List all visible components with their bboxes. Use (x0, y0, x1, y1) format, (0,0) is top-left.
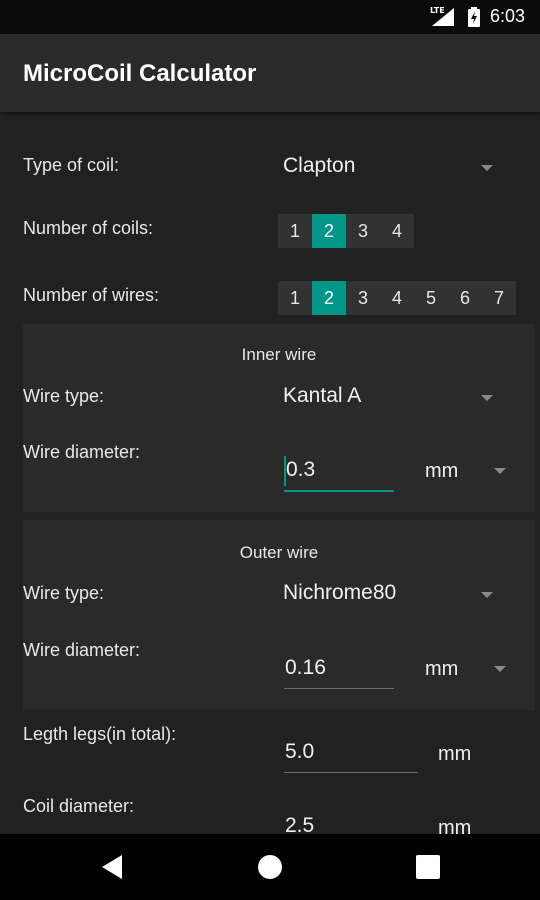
input-underline (284, 772, 418, 773)
num-wires-option[interactable]: 5 (414, 281, 448, 315)
battery-charging-icon (468, 7, 480, 27)
inner-wire-diameter-input[interactable]: 0.3 (284, 452, 396, 494)
navigation-bar (0, 834, 540, 900)
network-type: LTE (430, 6, 445, 15)
dropdown-arrow-icon (494, 468, 506, 474)
inner-wire-diameter-value: 0.3 (286, 458, 316, 481)
outer-wire-type-label: Wire type: (23, 583, 105, 603)
app-title: MicroCoil Calculator (23, 60, 257, 87)
inner-wire-title: Inner wire (241, 345, 317, 364)
num-wires-option[interactable]: 6 (448, 281, 482, 315)
inner-wire-type-value: Kantal A (283, 384, 362, 407)
inner-wire-unit: mm (425, 460, 459, 482)
outer-wire-type-value: Nichrome80 (283, 581, 397, 604)
num-coils-selector[interactable]: 1 2 3 4 (278, 214, 414, 248)
num-wires-option-selected[interactable]: 2 (312, 281, 346, 315)
dropdown-arrow-icon (481, 395, 493, 401)
num-coils-option[interactable]: 1 (278, 214, 312, 248)
outer-wire-type-dropdown[interactable]: Nichrome80 (270, 575, 510, 615)
calculator-form[interactable]: Type of coil: Clapton Number of coils: 1… (0, 112, 540, 834)
inner-wire-type-dropdown[interactable]: Kantal A (270, 378, 510, 418)
dropdown-arrow-icon (494, 666, 506, 672)
legs-length-label: Legth legs(in total): (23, 724, 177, 744)
home-icon[interactable] (258, 855, 282, 879)
input-underline (284, 688, 394, 689)
clock: 6:03 (490, 6, 526, 26)
num-wires-selector[interactable]: 1 2 3 4 5 6 7 (278, 281, 516, 315)
inner-wire-diameter-label: Wire diameter: (23, 442, 141, 462)
status-bar: LTE 6:03 (0, 0, 540, 34)
outer-wire-unit-dropdown[interactable]: mm (418, 652, 518, 688)
num-wires-option[interactable]: 1 (278, 281, 312, 315)
coil-diameter-unit: mm (438, 817, 472, 834)
outer-wire-unit: mm (425, 658, 459, 680)
back-icon[interactable] (100, 854, 124, 880)
inner-wire-unit-dropdown[interactable]: mm (418, 454, 518, 490)
dropdown-arrow-icon (481, 165, 493, 171)
num-coils-option-selected[interactable]: 2 (312, 214, 346, 248)
num-wires-option[interactable]: 3 (346, 281, 380, 315)
outer-wire-title: Outer wire (239, 543, 319, 562)
app-bar: MicroCoil Calculator (0, 34, 540, 112)
coil-type-label: Type of coil: (23, 155, 120, 175)
num-coils-label: Number of coils: (23, 218, 154, 238)
num-wires-option[interactable]: 4 (380, 281, 414, 315)
num-coils-option[interactable]: 4 (380, 214, 414, 248)
input-underline (284, 490, 394, 492)
recents-icon[interactable] (416, 855, 440, 879)
coil-type-dropdown[interactable]: Clapton (270, 148, 510, 188)
outer-wire-diameter-value: 0.16 (285, 656, 326, 679)
inner-wire-type-label: Wire type: (23, 386, 105, 406)
coil-type-value: Clapton (283, 154, 356, 177)
num-wires-label: Number of wires: (23, 285, 160, 305)
dropdown-arrow-icon (481, 592, 493, 598)
legs-length-input[interactable]: 5.0 (284, 734, 420, 776)
outer-wire-diameter-input[interactable]: 0.16 (284, 650, 396, 692)
num-coils-option[interactable]: 3 (346, 214, 380, 248)
coil-diameter-label: Coil diameter: (23, 796, 135, 816)
legs-length-value: 5.0 (285, 740, 315, 763)
legs-length-unit: mm (438, 743, 472, 765)
coil-diameter-input[interactable]: 2.5 (284, 808, 420, 834)
num-wires-option[interactable]: 7 (482, 281, 516, 315)
coil-diameter-value: 2.5 (285, 814, 315, 834)
outer-wire-diameter-label: Wire diameter: (23, 640, 141, 660)
